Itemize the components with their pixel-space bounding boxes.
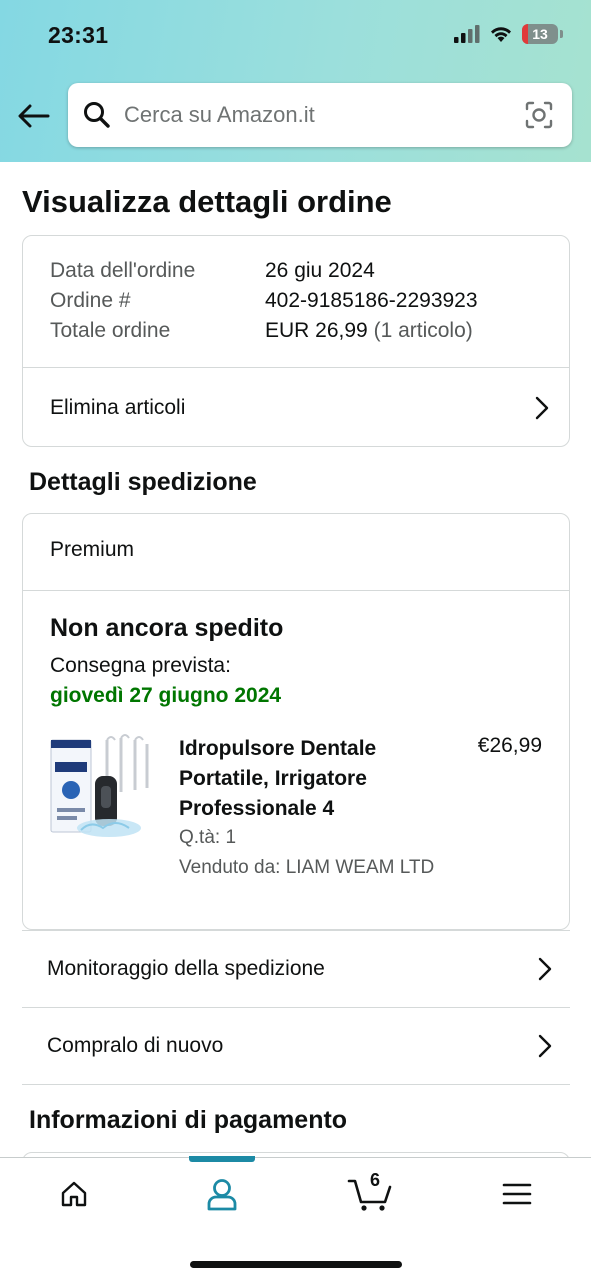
payment-section-title: Informazioni di pagamento <box>29 1106 348 1134</box>
shipping-type: Premium <box>50 538 135 561</box>
active-tab-indicator <box>189 1156 255 1162</box>
chevron-right-icon <box>538 1034 552 1058</box>
buy-again-label: Compralo di nuovo <box>47 1034 224 1057</box>
back-button[interactable] <box>16 98 52 134</box>
product-seller[interactable]: Venduto da: LIAM WEAM LTD <box>179 857 434 879</box>
delete-items-label: Elimina articoli <box>50 395 186 419</box>
status-icons: 13 <box>454 24 563 44</box>
buy-again-row[interactable]: Compralo di nuovo <box>22 1007 570 1084</box>
battery-icon: 13 <box>522 24 558 44</box>
search-icon <box>82 100 112 130</box>
delete-items-row[interactable]: Elimina articoli <box>23 368 569 447</box>
battery-level: 13 <box>532 26 548 42</box>
order-total-amount: EUR 26,99 <box>265 319 368 342</box>
order-number-label: Ordine # <box>50 289 131 312</box>
delivery-date: giovedì 27 giugno 2024 <box>50 684 282 707</box>
order-number-value: 402-9185186-2293923 <box>265 289 478 312</box>
status-time: 23:31 <box>48 22 109 48</box>
shipment-section-title: Dettagli spedizione <box>29 468 257 496</box>
home-indicator <box>190 1261 402 1268</box>
product-price: €26,99 <box>477 734 542 757</box>
nav-account[interactable] <box>192 1172 252 1216</box>
app-header: 23:31 13 Cerca su Amazon.it <box>0 0 591 162</box>
arrow-left-icon <box>18 104 50 128</box>
track-shipment-label: Monitoraggio della spedizione <box>47 957 325 980</box>
cart-count: 6 <box>369 1170 380 1190</box>
hamburger-menu-icon <box>502 1183 532 1205</box>
product-image[interactable] <box>49 732 153 842</box>
nav-cart[interactable]: 6 <box>340 1170 400 1216</box>
chevron-right-icon <box>538 957 552 981</box>
bottom-nav: 6 <box>0 1156 591 1280</box>
divider <box>23 590 569 591</box>
order-total-items: (1 articolo) <box>373 319 473 342</box>
chevron-right-icon <box>535 396 549 419</box>
product-quantity: Q.tà: 1 <box>179 827 237 848</box>
user-icon <box>207 1179 237 1211</box>
order-date-label: Data dell'ordine <box>50 259 196 282</box>
home-icon <box>61 1181 87 1207</box>
search-bar[interactable]: Cerca su Amazon.it <box>68 83 572 147</box>
page-title: Visualizza dettagli ordine <box>22 184 392 219</box>
search-input[interactable]: Cerca su Amazon.it <box>124 102 524 128</box>
shipment-status: Non ancora spedito <box>50 614 284 642</box>
camera-scan-icon[interactable] <box>524 100 554 130</box>
track-shipment-row[interactable]: Monitoraggio della spedizione <box>22 930 570 1007</box>
wifi-icon <box>491 27 511 42</box>
nav-home[interactable] <box>44 1172 104 1216</box>
order-total-value: EUR 26,99 (1 articolo) <box>265 319 473 343</box>
order-date-value: 26 giu 2024 <box>265 259 375 282</box>
order-total-label: Totale ordine <box>50 319 171 342</box>
delivery-label: Consegna prevista: <box>50 654 231 677</box>
divider <box>22 1084 570 1085</box>
shipment-card: Premium Non ancora spedito Consegna prev… <box>22 513 570 930</box>
order-summary-card: Data dell'ordine 26 giu 2024 Ordine # 40… <box>22 235 570 447</box>
nav-menu[interactable] <box>487 1172 547 1216</box>
signal-icon <box>454 25 480 43</box>
product-name[interactable]: Idropulsore Dentale Portatile, Irrigator… <box>179 734 439 824</box>
